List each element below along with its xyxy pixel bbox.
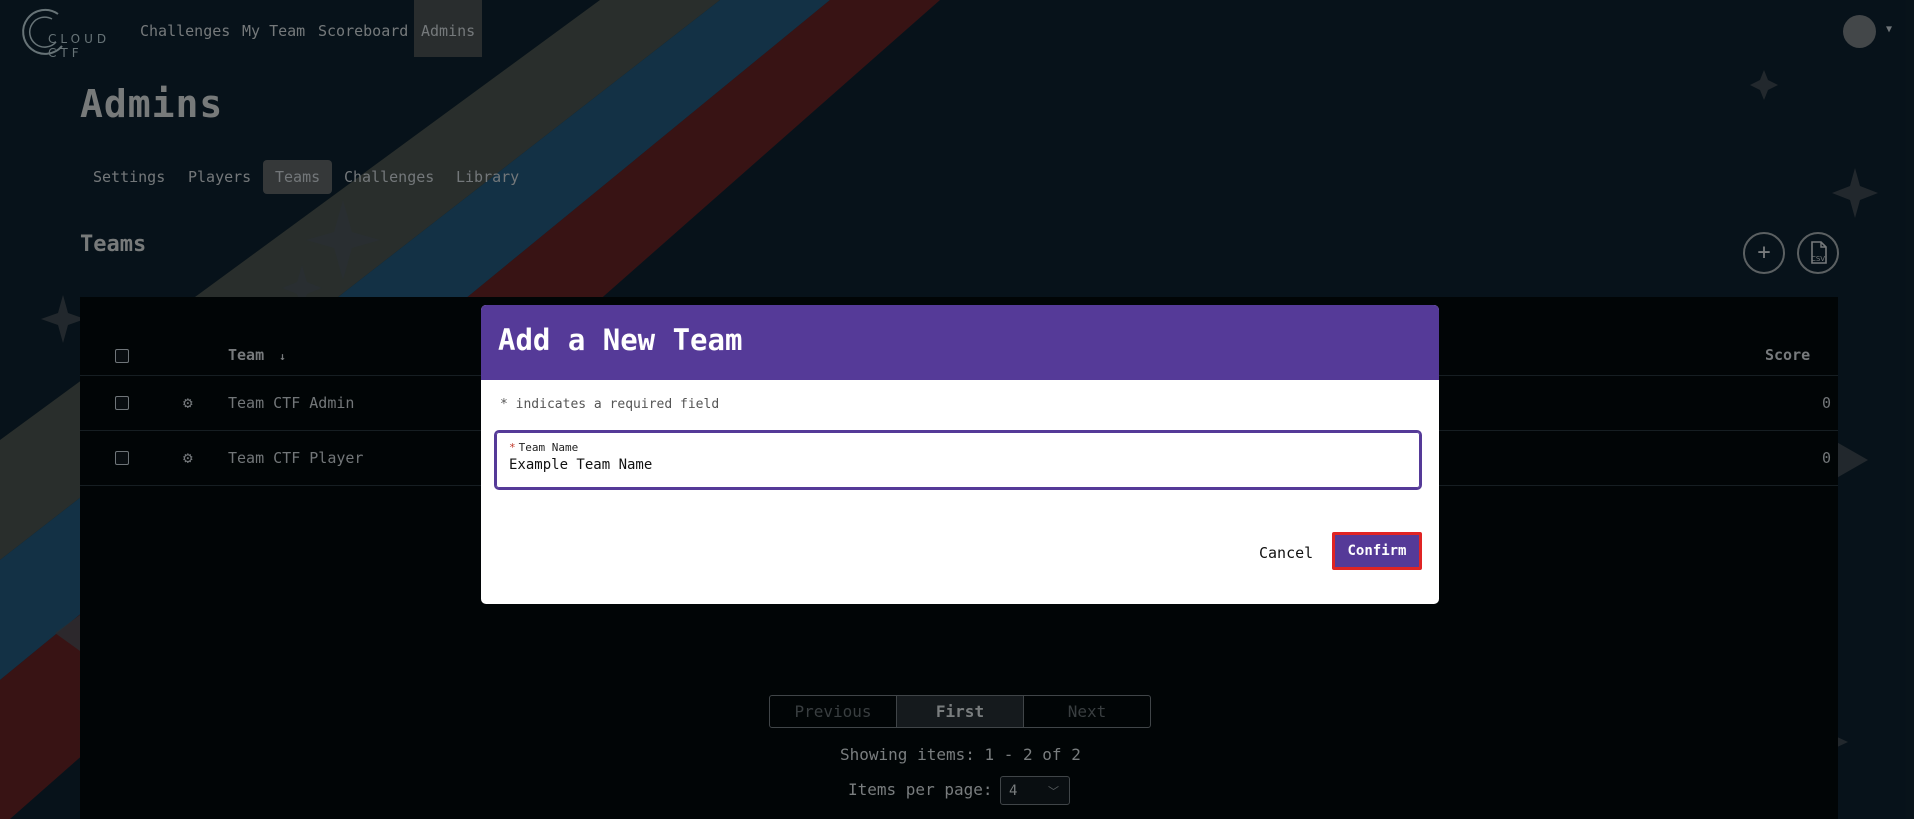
cancel-button[interactable]: Cancel — [1259, 544, 1313, 562]
modal-title: Add a New Team — [498, 323, 743, 357]
team-name-field[interactable]: * Team Name — [494, 430, 1422, 490]
team-name-label: * Team Name — [509, 441, 579, 454]
modal-header: Add a New Team — [481, 305, 1439, 380]
team-name-input[interactable] — [509, 457, 1389, 473]
add-team-modal: Add a New Team * indicates a required fi… — [481, 305, 1439, 604]
confirm-button[interactable]: Confirm — [1332, 532, 1422, 570]
required-star: * — [509, 441, 516, 454]
required-field-note: * indicates a required field — [500, 397, 720, 412]
